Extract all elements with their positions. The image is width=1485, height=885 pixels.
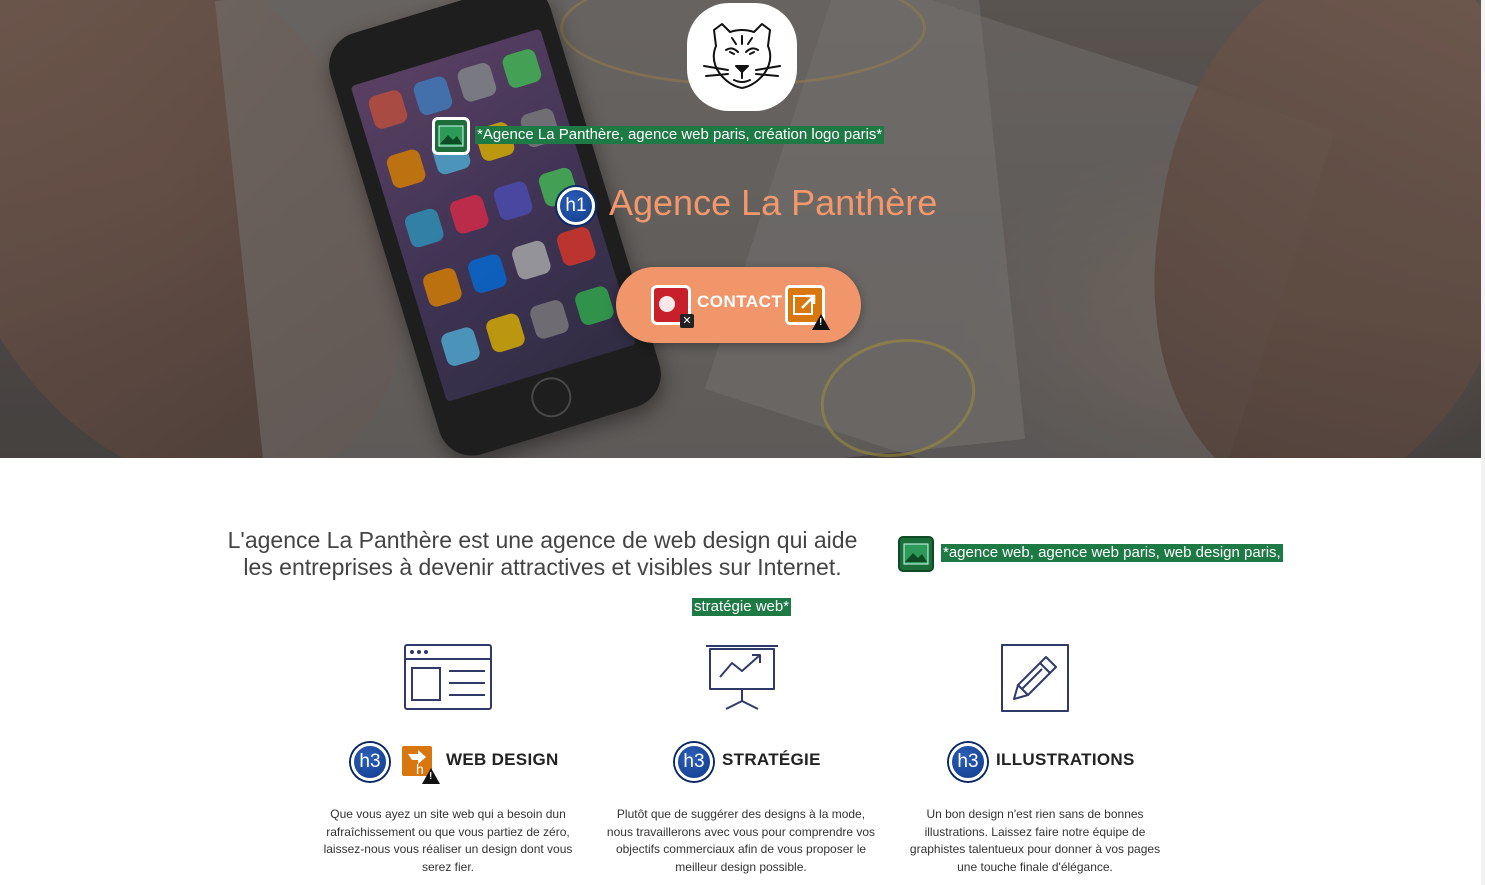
- heading-level-badge: h3: [675, 743, 713, 781]
- intro-image-alt-text-cont: stratégie web*: [692, 598, 792, 616]
- intro-text: L'agence La Panthère est une agence de w…: [227, 527, 858, 580]
- form-error-icon: ✕: [651, 285, 694, 328]
- service-text-illustrations: Un bon design n'est rien sans de bonnes …: [909, 807, 1161, 874]
- intro-image-alt-text: *agence web, agence web paris, web desig…: [941, 544, 1283, 562]
- image-alt-indicator: [898, 536, 934, 572]
- contact-button-label[interactable]: CONTACT: [697, 292, 782, 312]
- service-title-illustrations: ILLUSTRATIONS: [996, 750, 1135, 769]
- service-title-strategie: STRATÉGIE: [722, 750, 821, 769]
- heading-level-badge: h1: [557, 187, 595, 225]
- link-warning-icon: h: [399, 743, 440, 784]
- presentation-chart-icon: [706, 645, 778, 710]
- service-title-web-design: WEB DESIGN: [446, 750, 559, 769]
- pencil-edit-icon: [1001, 644, 1069, 712]
- image-icon: [438, 125, 464, 147]
- panther-head-icon: [703, 23, 781, 89]
- service-text-strategie: Plutôt que de suggérer des designs à la …: [606, 807, 876, 874]
- scrollbar-track[interactable]: [1481, 0, 1485, 885]
- image-alt-indicator: [432, 117, 470, 155]
- image-icon: [903, 543, 929, 565]
- page-title: Agence La Panthère: [609, 182, 938, 223]
- heading-level-badge: h3: [351, 743, 389, 781]
- link-warning-icon: [785, 285, 830, 330]
- heading-level-badge: h3: [949, 743, 987, 781]
- service-text-web-design: Que vous ayez un site web qui a besoin d…: [323, 807, 573, 874]
- logo-alt-text: *Agence La Panthère, agence web paris, c…: [475, 126, 885, 144]
- browser-layout-icon: [404, 644, 492, 710]
- panther-logo[interactable]: [687, 3, 797, 111]
